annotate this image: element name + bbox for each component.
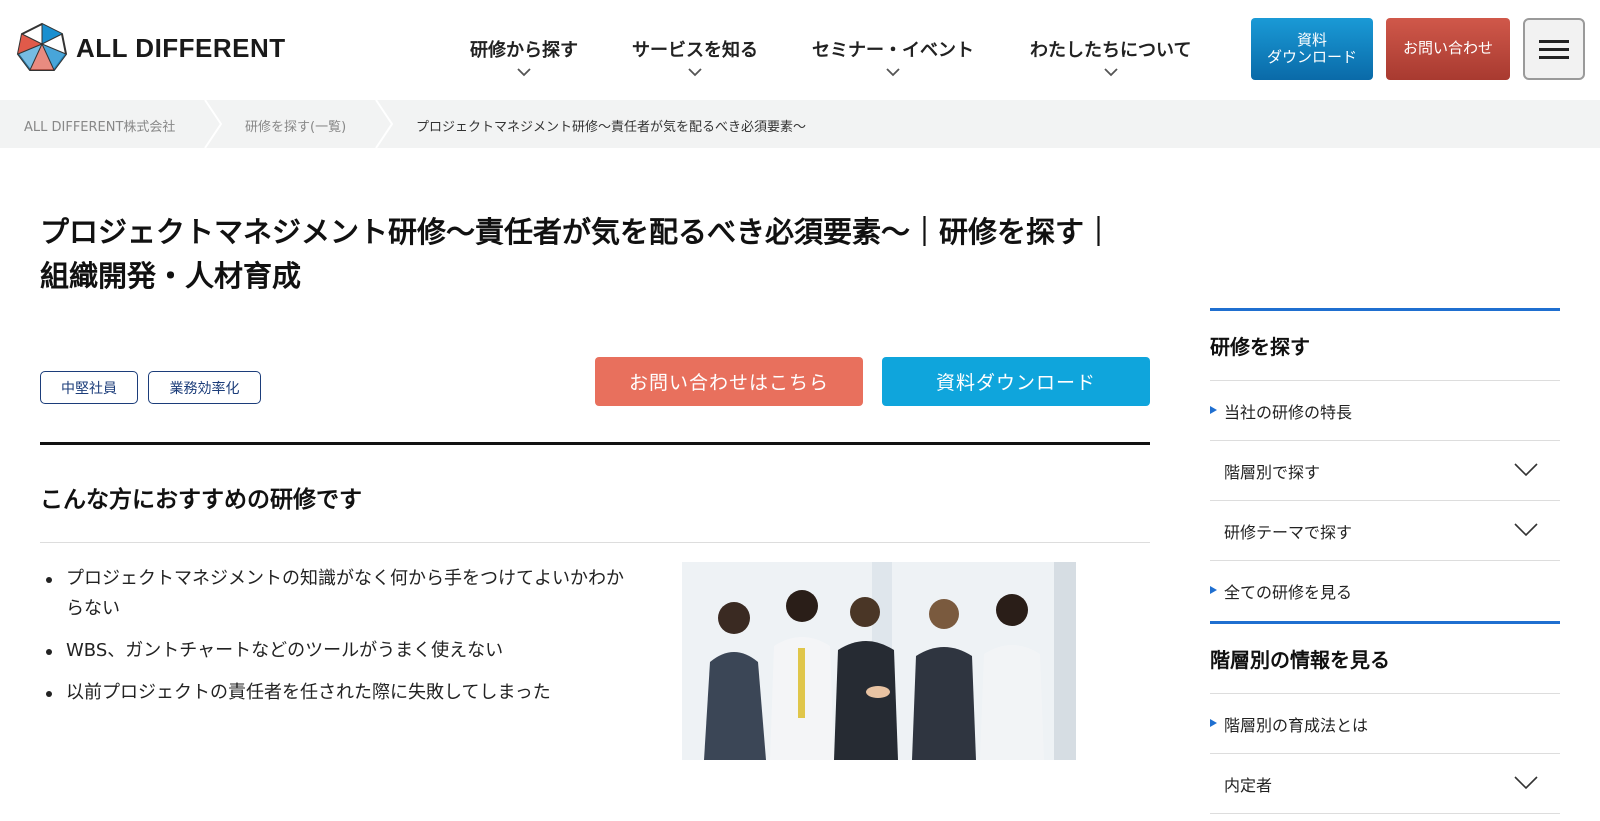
hamburger-menu-button[interactable]: [1523, 18, 1585, 80]
site-header: ALL DIFFERENT 研修から探す サービスを知る セミナー・イベント わ…: [0, 0, 1600, 100]
nav-item-label: わたしたちについて: [1030, 40, 1192, 61]
chevron-down-icon: [688, 68, 702, 77]
chevron-down-icon: [517, 68, 531, 77]
section-divider: [40, 442, 1150, 445]
sidebar-item-label: 内定者: [1224, 775, 1273, 795]
nav-item-find-training[interactable]: 研修から探す: [470, 36, 578, 77]
sidebar-item-label: 研修テーマで探す: [1224, 522, 1353, 542]
logo[interactable]: ALL DIFFERENT: [16, 22, 286, 74]
nav-item-about[interactable]: わたしたちについて: [1030, 36, 1191, 77]
list-item: プロジェクトマネジメントの知識がなく何から手をつけてよいかわからない: [46, 564, 636, 624]
chevron-down-icon: [1514, 776, 1538, 790]
contact-cta-button[interactable]: お問い合わせはこちら: [595, 357, 863, 406]
page-title-line1: プロジェクトマネジメント研修～責任者が気を配るべき必須要素～｜研修を探す｜: [40, 215, 1114, 249]
header-contact-button[interactable]: お問い合わせ: [1386, 18, 1510, 80]
sidebar-item-features[interactable]: 当社の研修の特長: [1210, 381, 1560, 441]
sidebar-item-label: 当社の研修の特長: [1224, 402, 1353, 422]
page-title-line2: 組織開発・人材育成: [40, 259, 302, 293]
sidebar-heading-find: 研修を探す: [1210, 311, 1560, 381]
breadcrumb-training-list[interactable]: 研修を探す(一覧): [245, 116, 346, 135]
logo-icon: [16, 22, 68, 71]
recommendation-list: プロジェクトマネジメントの知識がなく何から手をつけてよいかわからない WBS、ガ…: [46, 564, 636, 720]
nav-item-label: サービスを知る: [632, 40, 758, 61]
sidebar-item-by-theme[interactable]: 研修テーマで探す: [1210, 501, 1560, 561]
download-cta-button[interactable]: 資料ダウンロード: [882, 357, 1150, 406]
sidebar-item-by-level[interactable]: 階層別で探す: [1210, 441, 1560, 501]
sidebar-item-all-training[interactable]: 全ての研修を見る: [1210, 561, 1560, 621]
chevron-right-icon: [375, 100, 394, 148]
sidebar-item-label: 階層別で探す: [1224, 462, 1321, 482]
sidebar-item-label: 階層別の育成法とは: [1224, 715, 1369, 735]
download-button-line2: ダウンロード: [1266, 48, 1357, 66]
breadcrumb: ALL DIFFERENT株式会社 研修を探す(一覧) プロジェクトマネジメント…: [0, 100, 1600, 148]
chevron-down-icon: [1104, 68, 1118, 77]
sidebar-item-level-methods[interactable]: 階層別の育成法とは: [1210, 694, 1560, 754]
nav-item-label: セミナー・イベント: [812, 40, 974, 61]
sidebar-heading-levels: 階層別の情報を見る: [1210, 624, 1560, 694]
nav-item-seminars[interactable]: セミナー・イベント: [812, 36, 974, 77]
breadcrumb-home[interactable]: ALL DIFFERENT株式会社: [24, 116, 175, 135]
divider: [40, 542, 1150, 543]
chevron-right-icon: [204, 100, 223, 148]
list-item: 以前プロジェクトの責任者を任された際に失敗してしまった: [46, 678, 636, 708]
section-heading: こんな方におすすめの研修です: [40, 487, 362, 513]
chevron-down-icon: [1514, 523, 1538, 537]
breadcrumb-current: プロジェクトマネジメント研修～責任者が気を配るべき必須要素～: [416, 120, 807, 135]
nav-item-services[interactable]: サービスを知る: [632, 36, 758, 77]
tag-efficiency[interactable]: 業務効率化: [148, 371, 261, 404]
chevron-down-icon: [1514, 463, 1538, 477]
chevron-down-icon: [886, 68, 900, 77]
sidebar-item-label: 全ての研修を見る: [1224, 583, 1353, 602]
logo-text: ALL DIFFERENT: [76, 32, 286, 63]
nav-item-label: 研修から探す: [470, 40, 578, 61]
header-download-button[interactable]: 資料 ダウンロード: [1251, 18, 1373, 80]
download-button-line1: 資料: [1296, 30, 1327, 49]
sidebar: 研修を探す 当社の研修の特長 階層別で探す 研修テーマで探す 全ての研修を見る …: [1210, 308, 1560, 814]
business-team-photo: [682, 562, 1076, 760]
list-item: WBS、ガントチャートなどのツールがうまく使えない: [46, 636, 636, 666]
page-title: プロジェクトマネジメント研修～責任者が気を配るべき必須要素～｜研修を探す｜ 組織…: [40, 210, 1160, 298]
sidebar-item-prospective-hires[interactable]: 内定者: [1210, 754, 1560, 814]
hamburger-icon: [1539, 35, 1569, 64]
tag-mid-level[interactable]: 中堅社員: [40, 371, 138, 404]
